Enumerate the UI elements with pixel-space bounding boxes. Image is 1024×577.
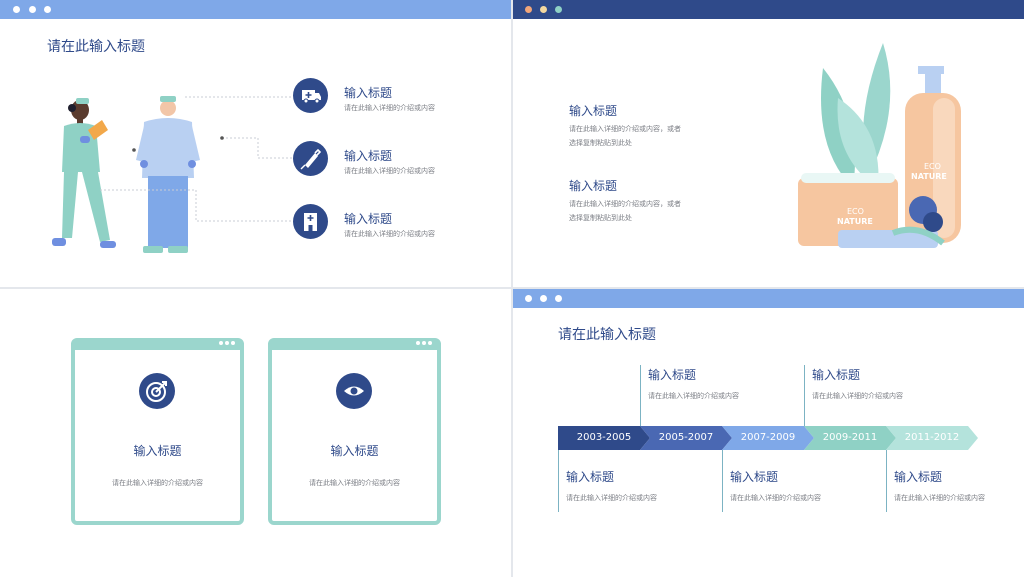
slide-medical-staff[interactable]: 请在此输入标题 输入标题 请在此输入详细的介绍或内容 输入标题 请在此输入详细的… <box>0 0 511 287</box>
info-card[interactable]: 输入标题 请在此输入详细的介绍或内容 <box>71 338 244 525</box>
item-heading: 输入标题 <box>344 212 393 226</box>
card-dot <box>422 341 426 345</box>
timeline-connector <box>558 450 559 512</box>
block-description: 选择复制粘贴到此处 <box>569 214 632 222</box>
target-icon <box>139 373 175 409</box>
card-dot <box>225 341 229 345</box>
card-dot <box>428 341 432 345</box>
timeline-note-heading: 输入标题 <box>812 368 861 382</box>
card-heading: 输入标题 <box>330 444 379 458</box>
item-description: 请在此输入详细的介绍或内容 <box>344 104 435 112</box>
timeline-period-label: 2005-2007 <box>658 432 714 443</box>
item-description: 请在此输入详细的介绍或内容 <box>344 167 435 175</box>
timeline-period[interactable]: 2005-2007 <box>640 426 732 450</box>
window-dot <box>555 6 562 13</box>
card-description: 请在此输入详细的介绍或内容 <box>309 479 400 487</box>
window-dot <box>525 6 532 13</box>
window-dot <box>540 295 547 302</box>
timeline-connector <box>722 450 723 512</box>
item-heading: 输入标题 <box>344 86 393 100</box>
block-heading: 输入标题 <box>569 104 618 118</box>
info-card[interactable]: 输入标题 请在此输入详细的介绍或内容 <box>268 338 441 525</box>
timeline-period-label: 2007-2009 <box>740 432 796 443</box>
slide-eco-products[interactable]: 输入标题 请在此输入详细的介绍或内容，或者 选择复制粘贴到此处 输入标题 请在此… <box>513 0 1024 287</box>
timeline-note-description: 请在此输入详细的介绍或内容 <box>648 392 739 400</box>
nature-label: NATURE <box>837 217 873 226</box>
window-dot <box>540 6 547 13</box>
timeline-note-description: 请在此输入详细的介绍或内容 <box>812 392 903 400</box>
ambulance-icon <box>293 78 328 113</box>
card-dot <box>416 341 420 345</box>
block-description: 选择复制粘贴到此处 <box>569 139 632 147</box>
card-dot <box>219 341 223 345</box>
slide-title: 请在此输入标题 <box>558 327 656 343</box>
window-bar <box>513 0 1024 19</box>
timeline-period[interactable]: 2009-2011 <box>804 426 896 450</box>
item-description: 请在此输入详细的介绍或内容 <box>344 230 435 238</box>
block-description: 请在此输入详细的介绍或内容，或者 <box>569 200 681 208</box>
nature-label: NATURE <box>911 172 947 181</box>
timeline-connector <box>640 365 641 427</box>
timeline-connector <box>804 365 805 427</box>
syringe-icon <box>293 141 328 176</box>
timeline-note-heading: 输入标题 <box>566 470 615 484</box>
window-dot <box>525 295 532 302</box>
timeline-period[interactable]: 2003-2005 <box>558 426 650 450</box>
timeline-note-description: 请在此输入详细的介绍或内容 <box>730 494 821 502</box>
timeline-period[interactable]: 2011-2012 <box>886 426 978 450</box>
window-bar <box>513 289 1024 308</box>
timeline-period[interactable]: 2007-2009 <box>722 426 814 450</box>
eye-icon <box>336 373 372 409</box>
card-dot <box>231 341 235 345</box>
window-dot <box>555 295 562 302</box>
timeline-note-heading: 输入标题 <box>648 368 697 382</box>
timeline-note-description: 请在此输入详细的介绍或内容 <box>894 494 985 502</box>
slide-cards[interactable]: 输入标题 请在此输入详细的介绍或内容 输入标题 请在此输入详细的介绍或内容 <box>0 289 511 577</box>
timeline-note-description: 请在此输入详细的介绍或内容 <box>566 494 657 502</box>
block-description: 请在此输入详细的介绍或内容，或者 <box>569 125 681 133</box>
timeline-period-label: 2011-2012 <box>904 432 960 443</box>
eco-label: ECO <box>847 207 864 216</box>
timeline-period-label: 2009-2011 <box>822 432 878 443</box>
card-heading: 输入标题 <box>133 444 182 458</box>
hospital-icon <box>293 204 328 239</box>
card-description: 请在此输入详细的介绍或内容 <box>112 479 203 487</box>
eco-label: ECO <box>924 162 941 171</box>
connector-lines <box>100 96 292 222</box>
block-heading: 输入标题 <box>569 179 618 193</box>
timeline-connector <box>886 450 887 512</box>
eco-cream-jar <box>798 173 945 248</box>
item-heading: 输入标题 <box>344 149 393 163</box>
timeline-period-label: 2003-2005 <box>576 432 632 443</box>
timeline-note-heading: 输入标题 <box>894 470 943 484</box>
timeline-note-heading: 输入标题 <box>730 470 779 484</box>
